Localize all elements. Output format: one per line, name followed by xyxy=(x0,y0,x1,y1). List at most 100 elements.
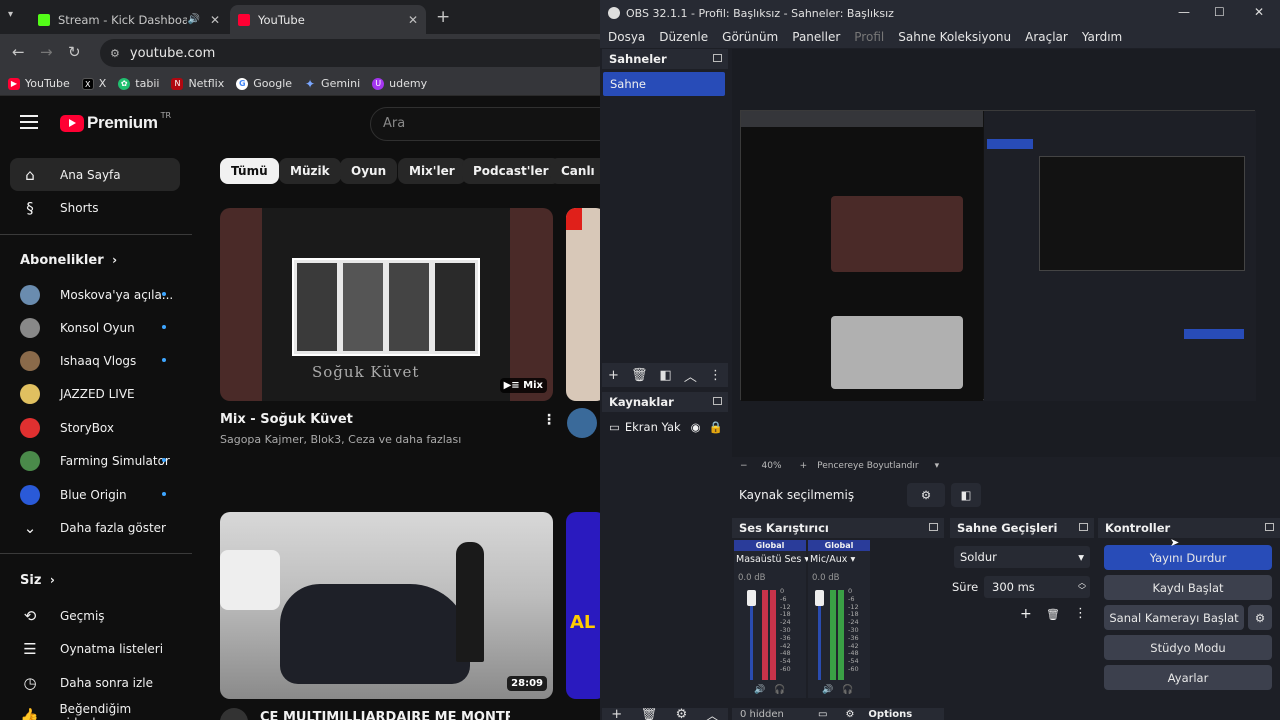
chip-podcasts[interactable]: Podcast'ler xyxy=(462,158,560,184)
channel-name[interactable]: Mic/Aux ▾ xyxy=(810,554,855,565)
video-title[interactable]: Mix - Soğuk Küvet xyxy=(220,412,353,427)
speaker-icon[interactable]: 🔊 xyxy=(754,685,765,695)
bookmark-netflix[interactable]: N Netflix xyxy=(171,77,224,90)
close-icon[interactable]: ✕ xyxy=(1254,5,1264,19)
close-tab-icon[interactable]: ✕ xyxy=(210,13,220,27)
tab-youtube[interactable]: YouTube ✕ xyxy=(230,5,426,34)
bookmark-gemini[interactable]: ✦ Gemini xyxy=(304,77,360,90)
address-bar[interactable]: ⚙ youtube.com xyxy=(100,39,610,67)
bookmark-udemy[interactable]: Uudemy xyxy=(372,77,427,90)
bookmark-x[interactable]: XX xyxy=(81,77,106,90)
sidebar-item-history[interactable]: ⟲ Geçmiş xyxy=(10,599,180,632)
volume-slider-handle[interactable] xyxy=(815,590,824,606)
sidebar-item-shorts[interactable]: § Shorts xyxy=(10,191,180,224)
sidebar-sub-item[interactable]: Konsol Oyun xyxy=(10,311,180,344)
zoom-in-icon[interactable]: + xyxy=(800,461,808,471)
preview-area[interactable] xyxy=(732,49,1280,457)
sidebar-sub-item[interactable]: JAZZED LIVE xyxy=(10,377,180,410)
undock-icon[interactable] xyxy=(929,523,938,531)
sidebar-item-home[interactable]: ⌂ Ana Sayfa xyxy=(10,158,180,191)
show-more-button[interactable]: ⌄ Daha fazla göster xyxy=(10,511,180,544)
back-arrow-icon[interactable]: ← xyxy=(12,43,25,61)
add-icon[interactable]: + xyxy=(1020,606,1032,622)
audio-playing-icon[interactable]: 🔊 xyxy=(187,14,199,25)
menu-file[interactable]: Dosya xyxy=(608,30,645,44)
speaker-icon[interactable]: 🔊 xyxy=(822,685,833,695)
forward-arrow-icon[interactable]: → xyxy=(40,43,53,61)
move-up-icon[interactable]: ︿ xyxy=(684,366,697,385)
start-recording-button[interactable]: Kaydı Başlat xyxy=(1104,575,1272,600)
menu-docks[interactable]: Paneller xyxy=(792,30,840,44)
tab-search-chevron-icon[interactable]: ▾ xyxy=(8,9,13,20)
transition-select[interactable]: Soldur ▾ xyxy=(954,546,1090,568)
trash-icon[interactable]: 🗑 xyxy=(641,708,658,720)
subscriptions-heading[interactable]: Abonelikler › xyxy=(20,253,117,268)
more-options-icon[interactable]: ⋮ xyxy=(542,412,556,428)
more-options-icon[interactable]: ⋮ xyxy=(1074,606,1087,621)
add-icon[interactable]: + xyxy=(608,368,619,383)
scene-item[interactable]: Sahne xyxy=(603,72,725,96)
new-tab-icon[interactable]: + xyxy=(436,7,450,27)
channel-name[interactable]: Masaüstü Ses ▾ xyxy=(736,554,809,565)
sidebar-sub-item[interactable]: Farming Simulator xyxy=(10,444,180,477)
settings-button[interactable]: Ayarlar xyxy=(1104,665,1272,690)
undock-icon[interactable] xyxy=(713,54,722,62)
more-options-icon[interactable]: ⋮ xyxy=(709,368,722,383)
maximize-icon[interactable]: ☐ xyxy=(1214,5,1225,19)
sidebar-item-liked[interactable]: 👍Beğendiğim videolar xyxy=(10,699,180,720)
video-thumbnail[interactable]: Soğuk Küvet ▶≡ Mix xyxy=(220,208,553,401)
move-up-icon[interactable]: ︿ xyxy=(706,708,719,720)
video-title[interactable]: CE MULTIMILLIARDAIRE ME MONTRE SA xyxy=(260,710,510,720)
stop-streaming-button[interactable]: Yayını Durdur xyxy=(1104,545,1272,570)
trash-icon[interactable]: 🗑 xyxy=(1046,608,1060,621)
volume-slider-handle[interactable] xyxy=(747,590,756,606)
bookmark-google[interactable]: G Google xyxy=(236,77,292,90)
chevron-down-icon[interactable]: ▾ xyxy=(935,461,940,471)
sidebar-sub-item[interactable]: Blue Origin xyxy=(10,478,180,511)
bookmark-youtube[interactable]: ▶ YouTube xyxy=(8,77,70,90)
menu-view[interactable]: Görünüm xyxy=(722,30,778,44)
chip-mixes[interactable]: Mix'ler xyxy=(398,158,466,184)
undock-icon[interactable] xyxy=(1265,523,1274,531)
sidebar-item-playlists[interactable]: ☰ Oynatma listeleri xyxy=(10,632,180,665)
close-tab-icon[interactable]: ✕ xyxy=(408,13,418,27)
undock-icon[interactable] xyxy=(713,397,722,405)
zoom-out-icon[interactable]: − xyxy=(740,461,748,471)
headphones-icon[interactable]: 🎧 xyxy=(842,685,853,695)
chip-music[interactable]: Müzik xyxy=(279,158,341,184)
site-info-icon[interactable]: ⚙ xyxy=(110,47,120,60)
search-input[interactable]: Ara xyxy=(370,107,610,141)
youtube-logo[interactable]: Premium TR xyxy=(60,111,171,133)
bookmark-tabii[interactable]: ✿ tabii xyxy=(118,77,159,90)
filters-icon[interactable]: ◧ xyxy=(951,483,981,507)
menu-profile[interactable]: Profil xyxy=(854,30,884,44)
tab-kick-dashboard[interactable]: Stream - Kick Dashboard 🔊 ✕ xyxy=(30,5,228,34)
gear-icon[interactable]: ⚙ xyxy=(676,708,688,720)
sidebar-sub-item[interactable]: Ishaaq Vlogs xyxy=(10,344,180,377)
minimize-icon[interactable]: — xyxy=(1178,5,1190,19)
source-item[interactable]: ▭ Ekran Yak ◉ 🔒 xyxy=(609,420,723,434)
virtual-camera-gear-icon[interactable]: ⚙ xyxy=(1248,605,1272,630)
add-icon[interactable]: + xyxy=(611,708,622,720)
studio-mode-button[interactable]: Stüdyo Modu xyxy=(1104,635,1272,660)
sidebar-sub-item[interactable]: StoryBox xyxy=(10,411,180,444)
filter-icon[interactable]: ◧ xyxy=(660,368,672,383)
channel-avatar[interactable] xyxy=(220,708,248,720)
video-thumbnail[interactable]: 28:09 xyxy=(220,512,553,699)
reload-icon[interactable]: ↻ xyxy=(68,43,81,61)
start-virtual-camera-button[interactable]: Sanal Kamerayı Başlat xyxy=(1104,605,1244,630)
sidebar-sub-item[interactable]: Moskova'ya açıla... xyxy=(10,278,180,311)
lock-icon[interactable]: 🔒 xyxy=(709,420,723,434)
undock-icon[interactable] xyxy=(1079,523,1088,531)
trash-icon[interactable]: 🗑 xyxy=(631,368,648,383)
you-heading[interactable]: Siz › xyxy=(20,573,55,588)
mixer-layout-icon[interactable]: ▭ xyxy=(818,709,827,720)
duration-spinbox[interactable]: 300 ms ︿ ﹀ xyxy=(984,576,1090,598)
menu-scene-collection[interactable]: Sahne Koleksiyonu xyxy=(898,30,1011,44)
headphones-icon[interactable]: 🎧 xyxy=(774,685,785,695)
channel-avatar[interactable] xyxy=(567,408,597,438)
menu-icon[interactable] xyxy=(20,115,38,129)
menu-tools[interactable]: Araçlar xyxy=(1025,30,1068,44)
mixer-advanced-icon[interactable]: ⚙ xyxy=(845,709,854,720)
properties-gear-icon[interactable]: ⚙ xyxy=(907,483,945,507)
